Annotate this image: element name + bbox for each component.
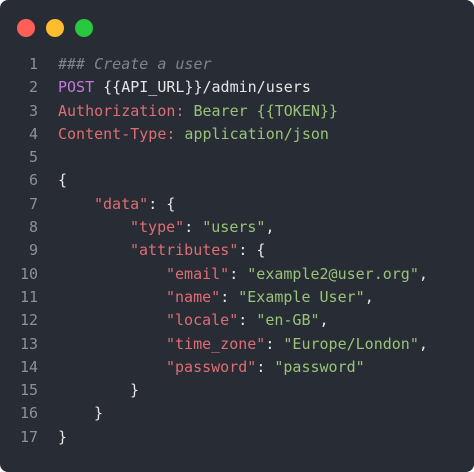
token-key: "type" — [130, 218, 185, 237]
token-punct: } — [58, 427, 68, 446]
code-line: 5 — [0, 146, 474, 169]
line-number: 14 — [19, 357, 38, 376]
token-string: "password" — [274, 357, 365, 376]
code-text: "attributes": { — [58, 239, 265, 262]
code-text: "locale": "en-GB", — [58, 309, 329, 332]
line-number: 15 — [19, 381, 38, 400]
token-string: "Example User" — [238, 287, 365, 306]
line-number: 10 — [19, 264, 38, 283]
line-number: 6 — [28, 171, 38, 190]
token-string: application/json — [175, 124, 329, 143]
code-line: 16} — [0, 402, 474, 425]
code-text: } — [58, 426, 67, 449]
token-punct: : { — [148, 194, 176, 213]
token-punct: : — [238, 311, 257, 330]
token-key: "name" — [166, 287, 221, 306]
token-punct: } — [130, 381, 140, 400]
line-number: 7 — [28, 194, 38, 213]
token-key: "time_zone" — [166, 334, 266, 353]
line-number: 3 — [28, 101, 38, 120]
token-keyword: POST — [58, 78, 95, 97]
code-text: "time_zone": "Europe/London", — [58, 333, 428, 356]
line-number: 16 — [19, 404, 38, 423]
line-number: 4 — [28, 124, 38, 143]
line-number: 13 — [19, 334, 38, 353]
token-string: "Europe/London" — [283, 334, 419, 353]
line-number: 1 — [28, 55, 38, 73]
window-titlebar — [0, 0, 474, 56]
code-line: 14 "password": "password" — [0, 356, 474, 379]
token-key: "email" — [166, 264, 230, 283]
token-punct: : — [256, 357, 275, 376]
line-number: 8 — [28, 218, 38, 237]
token-punct: : — [220, 287, 239, 306]
code-window: 1 ### Create a user 2 POST {{API_URL}}/admi… — [0, 0, 474, 472]
token-punct: , — [418, 334, 428, 353]
code-line: 17} — [0, 426, 474, 449]
token-punct: } — [94, 404, 104, 423]
token-key: "attributes" — [130, 241, 239, 260]
token-punct: , — [364, 287, 374, 306]
token-punct: : — [184, 218, 203, 237]
token-punct: : — [229, 264, 248, 283]
code-line: 6{ — [0, 169, 474, 192]
token-punct: , — [265, 218, 275, 237]
line-number: 12 — [19, 311, 38, 330]
token-key: "password" — [166, 357, 257, 376]
minimize-window-icon[interactable] — [46, 19, 64, 37]
line-number: 5 — [28, 148, 38, 167]
code-text: "password": "password" — [58, 356, 365, 379]
token-string: "en-GB" — [256, 311, 320, 330]
code-line: 13 "time_zone": "Europe/London", — [0, 333, 474, 356]
token-string: "users" — [202, 218, 266, 237]
code-text: ### Create a user — [58, 53, 212, 76]
code-text: "type": "users", — [58, 216, 275, 239]
code-editor: 1 ### Create a user 2 POST {{API_URL}}/admi… — [0, 53, 474, 449]
code-line: 8 "type": "users", — [0, 216, 474, 239]
code-text: } — [58, 402, 103, 425]
token-key: "data" — [94, 194, 149, 213]
code-text: POST {{API_URL}}/admin/users — [58, 76, 311, 99]
code-text: Content-Type: application/json — [58, 123, 329, 146]
code-line: 2 POST {{API_URL}}/admin/users — [0, 76, 474, 99]
code-text: "data": { — [58, 193, 175, 216]
code-line: 12 "locale": "en-GB", — [0, 309, 474, 332]
token-string: "example2@user.org" — [247, 264, 419, 283]
close-window-icon[interactable] — [17, 19, 35, 37]
code-line: 3 Authorization: Bearer {{TOKEN}} — [0, 100, 474, 123]
token-string: Bearer {{TOKEN}} — [184, 101, 338, 120]
line-number: 11 — [19, 287, 38, 306]
token-comment: ### Create a user — [58, 55, 212, 73]
token-key: Authorization: — [58, 101, 185, 120]
token-text: {{API_URL}}/admin/users — [94, 78, 311, 97]
maximize-window-icon[interactable] — [75, 19, 93, 37]
line-number: 2 — [28, 78, 38, 97]
code-text: } — [58, 379, 139, 402]
token-punct: , — [319, 311, 329, 330]
line-number: 9 — [28, 241, 38, 260]
code-text: { — [58, 169, 67, 192]
code-text: Authorization: Bearer {{TOKEN}} — [58, 100, 338, 123]
token-key: Content-Type: — [58, 124, 176, 143]
code-text: "email": "example2@user.org", — [58, 263, 428, 286]
code-line: 1 ### Create a user — [0, 53, 474, 76]
token-punct: : { — [238, 241, 266, 260]
code-text: "name": "Example User", — [58, 286, 374, 309]
token-punct: { — [58, 171, 68, 190]
token-punct: : — [265, 334, 284, 353]
code-line: 7 "data": { — [0, 193, 474, 216]
code-line: 15} — [0, 379, 474, 402]
code-line: 4 Content-Type: application/json — [0, 123, 474, 146]
token-punct: , — [418, 264, 428, 283]
code-line: 10 "email": "example2@user.org", — [0, 263, 474, 286]
code-line: 9 "attributes": { — [0, 239, 474, 262]
token-key: "locale" — [166, 311, 239, 330]
line-number: 17 — [19, 427, 38, 446]
code-line: 11 "name": "Example User", — [0, 286, 474, 309]
